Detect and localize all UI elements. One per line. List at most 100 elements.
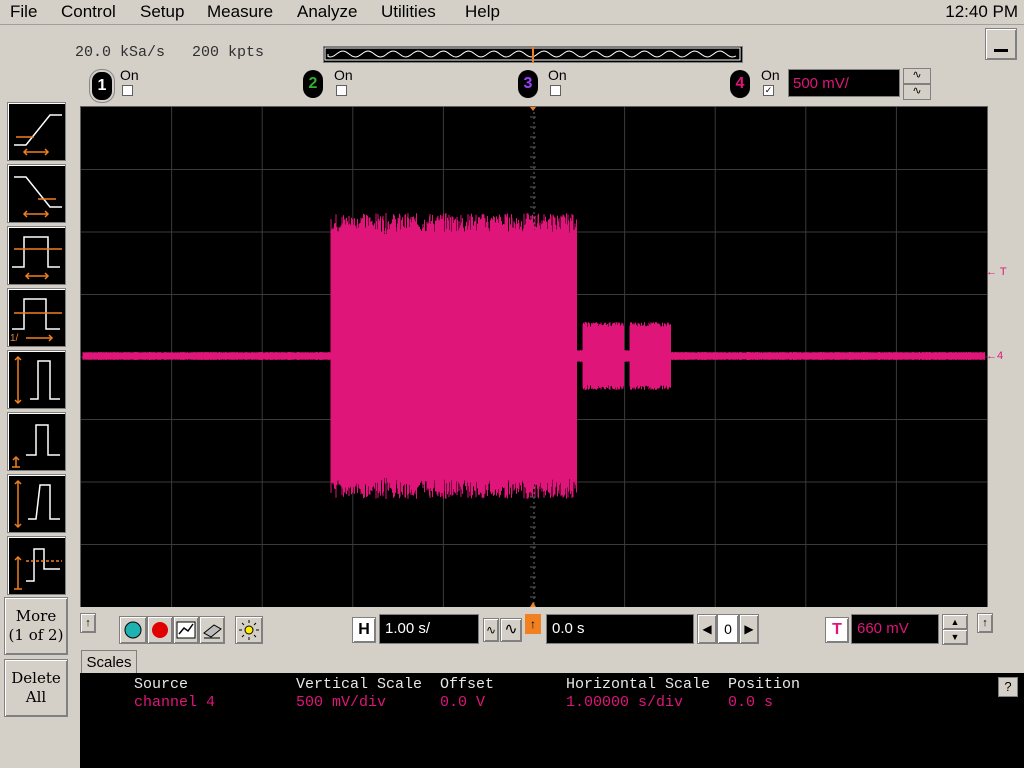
waveform-display[interactable] [80,106,988,608]
channel-4-signal [82,213,986,499]
channel-1-checkbox[interactable] [122,85,133,96]
header-source: Source [134,676,189,693]
tilde-up-icon: ∿ [912,69,922,81]
run-button[interactable] [119,616,147,644]
scale-down-button[interactable]: ∿ [903,84,931,100]
runt-trigger-button[interactable] [7,350,66,409]
clear-display-button[interactable] [199,616,225,644]
tab-scales[interactable]: Scales [81,650,137,674]
channel-3-checkbox[interactable] [550,85,561,96]
triangle-up-icon: ▲ [950,617,960,627]
trigger-badge[interactable]: T [825,617,849,643]
delete-all-button[interactable]: Delete All [4,659,68,717]
menu-setup[interactable]: Setup [140,2,184,22]
channel-4-trace [82,213,986,499]
trigger-toolbar: 1/ More (1 of 2) Delete All [0,25,72,768]
stop-icon [152,622,168,638]
pulse-width-trigger-button[interactable] [7,226,66,285]
scroll-up-button[interactable]: ↑ [80,613,96,633]
channel-2-on-label: On [334,67,353,83]
falling-edge-icon [14,176,62,218]
menu-analyze[interactable]: Analyze [297,2,357,22]
trigger-level-up-button[interactable]: ▲ [942,614,968,630]
menu-file[interactable]: File [10,2,37,22]
run-icon [124,621,142,639]
channel-1-badge[interactable]: 1 [90,70,114,102]
channel-3-badge[interactable]: 3 [518,70,538,98]
more-button[interactable]: More (1 of 2) [4,597,68,655]
graticule [81,106,987,607]
channel-4-badge[interactable]: 4 [730,70,750,98]
single-button[interactable] [173,616,199,644]
value-position: 0.0 s [728,694,774,711]
brightness-button[interactable] [235,616,263,644]
triangle-left-icon: ◀ [702,622,712,636]
channel-2-badge[interactable]: 2 [303,70,323,98]
header-vertical-scale: Vertical Scale [296,676,423,693]
channel-1-number: 1 [97,77,107,94]
channel-1-on-label: On [120,67,139,83]
window-trigger-icon [14,548,62,590]
trigger-level-field[interactable]: 660 mV [851,614,939,644]
transition-trigger-button[interactable] [7,474,66,533]
delay-step-label: 0 [724,621,732,637]
delay-reference-icon[interactable]: ↑ [525,614,541,634]
expand-panel-button[interactable]: ↑ [977,613,993,633]
menu-control[interactable]: Control [61,2,116,22]
value-vertical-scale: 500 mV/div [296,694,387,711]
menu-utilities[interactable]: Utilities [381,2,436,22]
sample-rate: 20.0 kSa/s [75,44,166,61]
rising-edge-trigger-button[interactable] [7,102,66,161]
waveform-overview[interactable] [323,46,743,63]
transition-trigger-icon [14,479,60,529]
channel-4-checkbox[interactable]: ✓ [763,85,774,96]
value-offset: 0.0 V [440,694,486,711]
horizontal-badge[interactable]: H [352,617,376,643]
trigger-level-down-button[interactable]: ▼ [942,629,968,645]
header-offset: Offset [440,676,495,693]
pattern-trigger-icon: 1/ [10,298,62,344]
channel-2-number: 2 [308,75,318,92]
falling-edge-trigger-button[interactable] [7,164,66,223]
pattern-trigger-button[interactable]: 1/ [7,288,66,347]
channel-4-ground-label: 4 [997,350,1004,362]
help-button[interactable]: ? [998,677,1018,697]
stop-button[interactable] [147,616,173,644]
fine-adjust-icon: ∿ [485,623,497,637]
more-page-indicator: (1 of 2) [8,626,64,644]
trigger-level-label: T [999,266,1007,278]
horizontal-scale-field[interactable]: 1.00 s/ [379,614,479,644]
acquisition-info-bar: 20.0 kSa/s 200 kpts [72,25,1024,65]
triangle-down-icon: ▼ [950,632,960,642]
single-acquisition-icon [176,621,196,639]
menu-measure[interactable]: Measure [207,2,273,22]
minimize-button[interactable] [985,28,1017,60]
channel-2-checkbox[interactable] [336,85,347,96]
trigger-badge-label: T [832,621,842,638]
delay-left-button[interactable]: ◀ [697,614,717,644]
delay-step-value[interactable]: 0 [717,614,739,644]
delay-right-button[interactable]: ▶ [739,614,759,644]
channel-3-on-label: On [548,67,567,83]
horizontal-coarse-button[interactable]: ∿ [500,618,522,642]
horizontal-delay-field[interactable]: 0.0 s [546,614,694,644]
window-trigger-button[interactable] [7,536,66,595]
pulse-width-icon [12,236,62,280]
arrow-up-icon: ↑ [85,617,91,629]
setup-hold-trigger-button[interactable] [7,412,66,471]
clock: 12:40 PM [945,2,1018,21]
scale-up-button[interactable]: ∿ [903,68,931,84]
coarse-adjust-icon: ∿ [504,621,518,638]
arrow-up-icon: ↑ [982,617,988,629]
measurement-tab-row: Scales [72,650,1024,674]
control-row: ↑ H 1.00 s/ ∿ ∿ ↑ 0.0 s ◀ 0 ▶ T 660 mV ▲… [72,607,1024,651]
value-source: channel 4 [134,694,216,711]
delete-all-label: All [25,688,47,706]
more-label: More [15,607,57,625]
minimize-icon [994,49,1008,52]
eraser-icon [203,624,222,639]
channel-3-number: 3 [523,75,533,92]
menu-help[interactable]: Help [465,2,500,22]
channel-4-vertical-scale[interactable]: 500 mV/ [788,69,900,97]
horizontal-fine-button[interactable]: ∿ [483,618,499,642]
